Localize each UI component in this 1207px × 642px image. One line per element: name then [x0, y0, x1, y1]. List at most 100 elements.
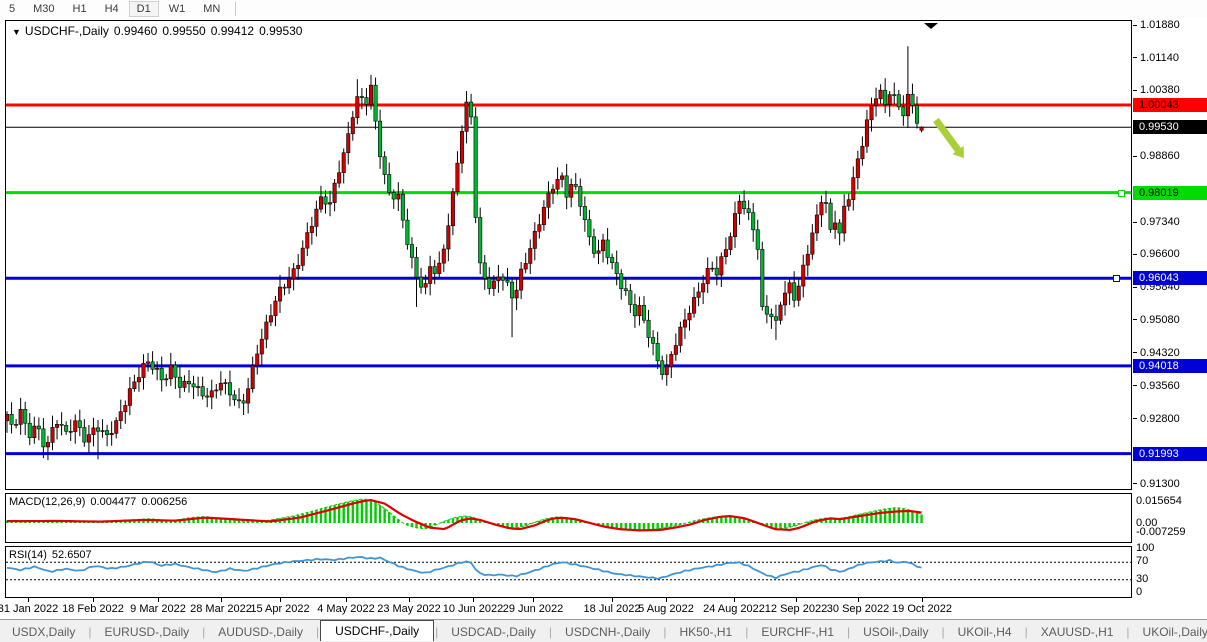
bull-candle — [101, 431, 104, 432]
bull-candle — [638, 305, 641, 315]
rsi-axis-label: 0 — [1136, 586, 1142, 598]
tab-xauusd-h1[interactable]: XAUUSD-,H1 — [1029, 623, 1126, 641]
bear-candle — [742, 201, 745, 208]
time-axis-tick — [473, 598, 474, 602]
bull-candle — [720, 257, 723, 275]
bear-candle — [469, 102, 472, 117]
bull-candle — [815, 215, 818, 233]
timeframe-button-h1[interactable]: H1 — [65, 1, 95, 17]
line-selection-handle[interactable] — [1113, 275, 1120, 282]
bull-candle — [547, 193, 550, 207]
tab-usdcnh-daily[interactable]: USDCNH-,Daily — [553, 623, 662, 641]
chart-end-marker-icon[interactable] — [924, 23, 938, 29]
tab-eurusd-daily[interactable]: EURUSD-,Daily — [92, 623, 201, 641]
bull-candle — [278, 287, 281, 301]
bear-candle — [392, 192, 395, 199]
bull-candle — [465, 102, 468, 131]
bear-candle — [360, 97, 363, 98]
bull-candle — [701, 284, 704, 292]
bear-candle — [620, 274, 623, 289]
time-axis[interactable]: 31 Jan 202218 Feb 20229 Mar 202228 Mar 2… — [0, 598, 1207, 618]
ohlc-close: 0.99530 — [259, 24, 302, 38]
bull-candle — [297, 265, 300, 268]
bear-candle — [592, 237, 595, 253]
rsi-indicator-panel[interactable]: RSI(14)52.6507 — [5, 546, 1132, 598]
rsi-chart-canvas[interactable] — [6, 547, 1131, 597]
bear-candle — [661, 361, 664, 375]
down-arrow-shaft[interactable] — [936, 120, 958, 150]
bull-candle — [287, 279, 290, 288]
line-selection-handle[interactable] — [1118, 190, 1125, 197]
bull-candle — [451, 192, 454, 226]
bull-candle — [51, 427, 54, 442]
bear-candle — [606, 240, 609, 257]
time-axis-label: 12 Sep 2022 — [765, 603, 827, 615]
timeframe-button-h4[interactable]: H4 — [97, 1, 127, 17]
tab-eurchf-h1[interactable]: EURCHF-,H1 — [749, 623, 846, 641]
bull-candle — [833, 223, 836, 230]
bear-candle — [506, 280, 509, 282]
time-axis-label: 9 Mar 2022 — [130, 603, 186, 615]
bear-candle — [383, 157, 386, 175]
time-axis-label: 18 Feb 2022 — [62, 603, 124, 615]
price-chart-panel[interactable]: ▼USDCHF-,Daily0.994600.995500.994120.995… — [5, 20, 1132, 490]
chart-dropdown-icon[interactable]: ▼ — [12, 27, 21, 37]
bull-candle — [337, 173, 340, 183]
bull-candle — [124, 405, 127, 411]
timeframe-button-w1[interactable]: W1 — [161, 1, 194, 17]
bear-candle — [69, 431, 72, 432]
bear-candle — [388, 175, 391, 193]
time-axis-label: 30 Sep 2022 — [827, 603, 889, 615]
price-axis-tick: 1.01140 — [1133, 52, 1179, 64]
tab-audusd-daily[interactable]: AUDUSD-,Daily — [206, 623, 315, 641]
bull-candle — [679, 327, 682, 345]
tab-ukoil-daily[interactable]: UKOil-,Daily — [1131, 623, 1207, 641]
timeframe-button-mn[interactable]: MN — [195, 1, 228, 17]
bull-candle — [865, 120, 868, 146]
macd-indicator-panel[interactable]: MACD(12,26,9)0.0044770.006256 — [5, 493, 1132, 543]
bull-candle — [692, 297, 695, 313]
bull-candle — [843, 206, 846, 233]
bull-candle — [683, 320, 686, 327]
tab-ukoil-h4[interactable]: UKOil-,H4 — [946, 623, 1024, 641]
bull-candle — [155, 368, 158, 369]
time-axis-tick — [533, 598, 534, 602]
tab-usoil-daily[interactable]: USOil-,Daily — [851, 623, 940, 641]
bull-candle — [697, 292, 700, 297]
time-axis-label: 19 Oct 2022 — [892, 603, 952, 615]
tab-usdx-daily[interactable]: USDX,Daily — [0, 623, 87, 641]
ohlc-open: 0.99460 — [114, 24, 157, 38]
macd-main-value: 0.004477 — [90, 496, 136, 508]
tab-usdchf-daily[interactable]: USDCHF-,Daily — [320, 620, 434, 641]
bull-candle — [196, 387, 199, 388]
bull-candle — [906, 94, 909, 116]
bull-candle — [874, 99, 877, 106]
time-axis-label: 24 Aug 2022 — [703, 603, 765, 615]
tab-usdcad-daily[interactable]: USDCAD-,Daily — [439, 623, 548, 641]
time-axis-tick — [796, 598, 797, 602]
bull-candle — [597, 251, 600, 253]
price-axis-tick: 0.96600 — [1133, 248, 1180, 260]
tab-hk50-h1[interactable]: HK50-,H1 — [668, 623, 745, 641]
bear-candle — [474, 117, 477, 218]
bull-candle — [783, 293, 786, 305]
rsi-label: RSI(14)52.6507 — [9, 549, 97, 561]
bear-candle — [10, 414, 13, 424]
candlestick-chart-canvas[interactable] — [6, 21, 1131, 489]
bear-candle — [228, 383, 231, 395]
bear-candle — [237, 400, 240, 401]
time-axis-tick — [93, 598, 94, 602]
bull-candle — [529, 248, 532, 263]
bear-candle — [883, 90, 886, 105]
time-axis-tick — [346, 598, 347, 602]
bull-candle — [729, 237, 732, 250]
bull-candle — [797, 286, 800, 300]
timeframe-button-d1[interactable]: D1 — [129, 1, 159, 17]
bull-candle — [424, 284, 427, 288]
timeframe-button-5[interactable]: 5 — [1, 1, 23, 17]
timeframe-button-m30[interactable]: M30 — [25, 1, 62, 17]
bull-candle — [210, 391, 213, 397]
bear-candle — [365, 98, 368, 105]
bear-candle — [752, 213, 755, 230]
bull-candle — [74, 421, 77, 432]
